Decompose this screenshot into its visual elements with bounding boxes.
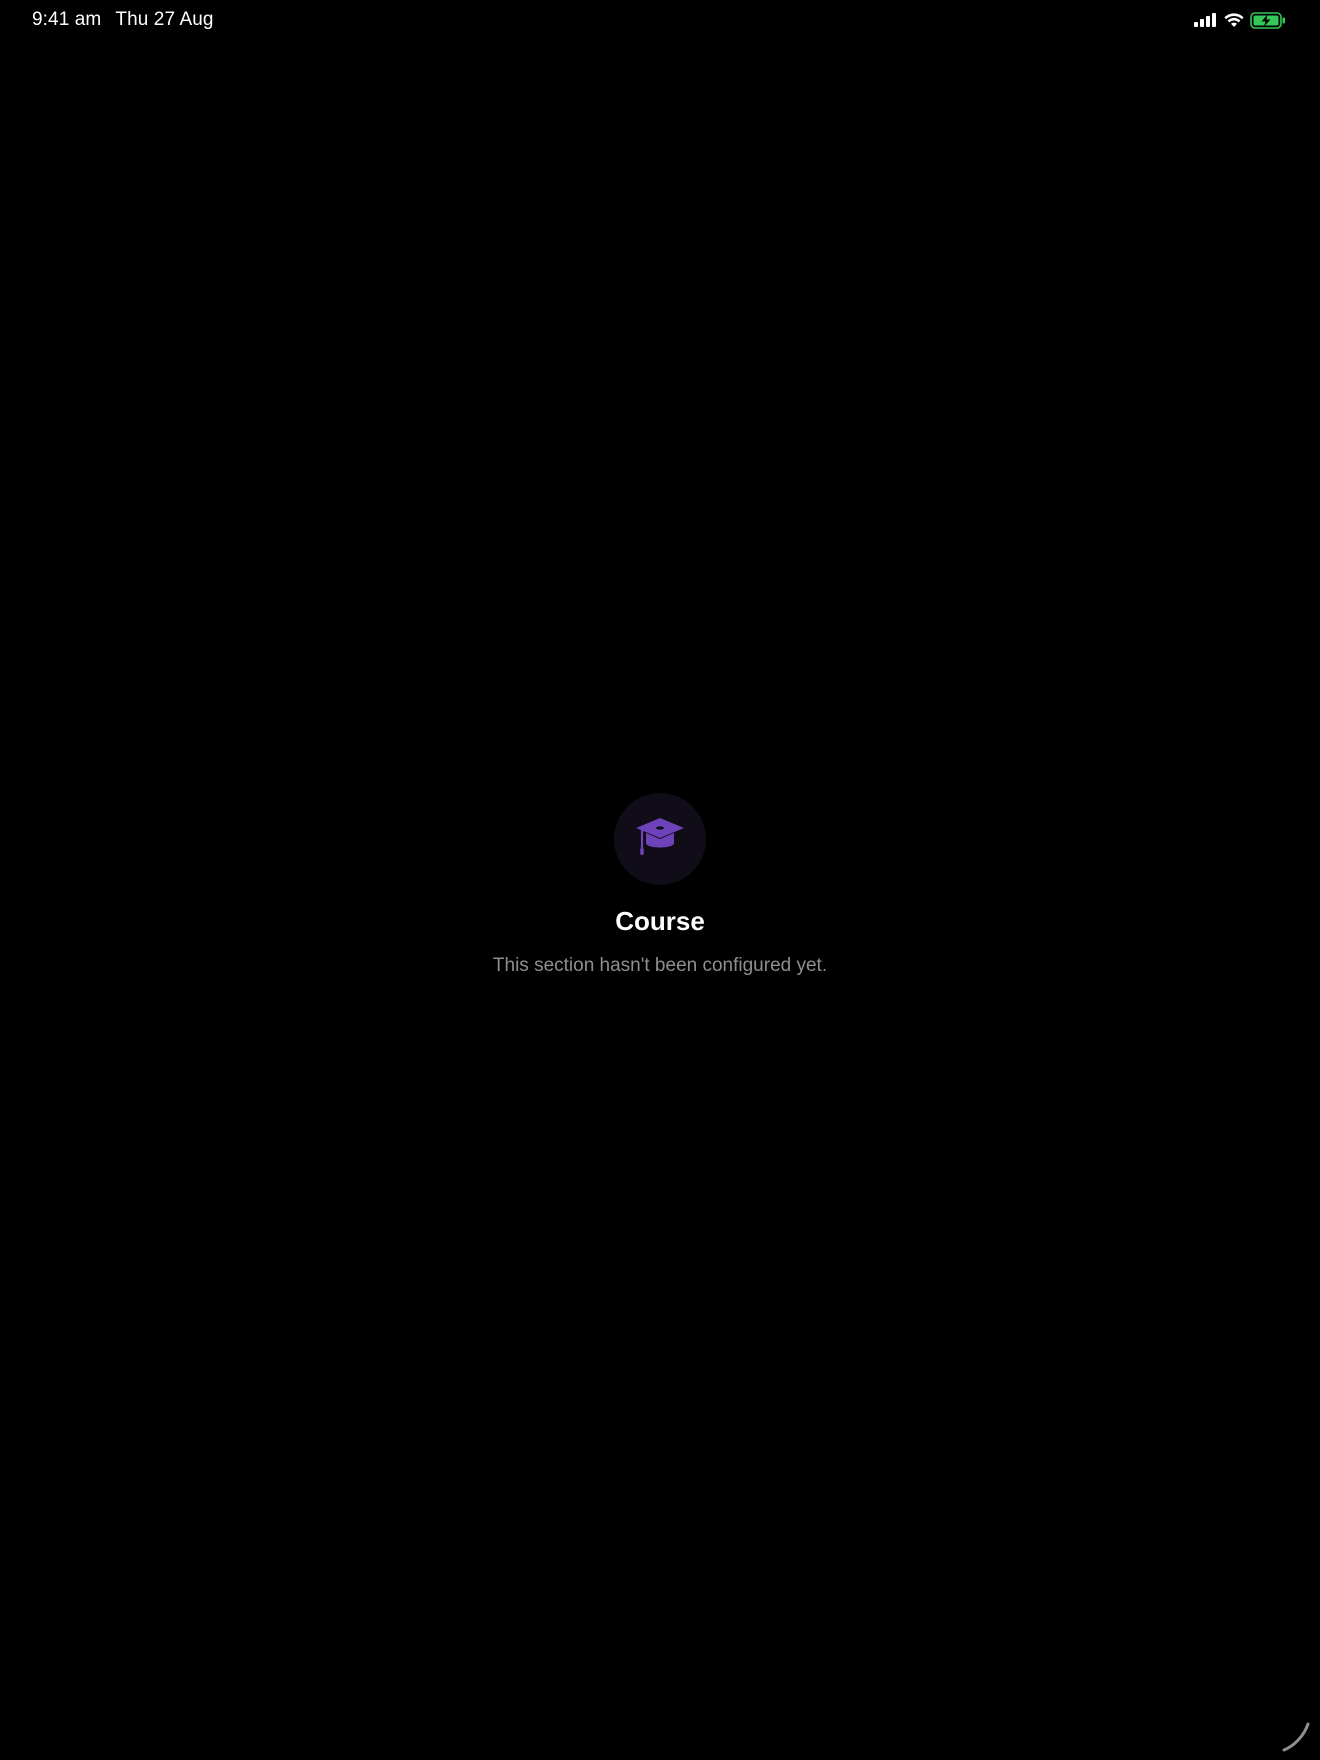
battery-charging-icon	[1250, 11, 1286, 29]
empty-state: Course This section hasn't been configur…	[0, 793, 1320, 978]
status-indicators	[1194, 11, 1286, 29]
empty-state-title: Course	[615, 906, 705, 936]
status-time-date: 9:41 am Thu 27 Aug	[32, 9, 214, 31]
wifi-icon	[1224, 12, 1244, 28]
status-date: Thu 27 Aug	[115, 9, 214, 30]
icon-badge	[614, 793, 706, 885]
status-bar: 9:41 am Thu 27 Aug	[0, 0, 1320, 42]
status-time: 9:41 am	[32, 9, 102, 30]
screen: 9:41 am Thu 27 Aug Course This section h…	[0, 0, 1320, 1760]
empty-state-message: This section hasn't been configured yet.	[492, 955, 828, 976]
graduation-cap-icon	[635, 815, 685, 864]
loading-spinner-icon	[1280, 1720, 1314, 1754]
cellular-signal-icon	[1194, 13, 1218, 27]
